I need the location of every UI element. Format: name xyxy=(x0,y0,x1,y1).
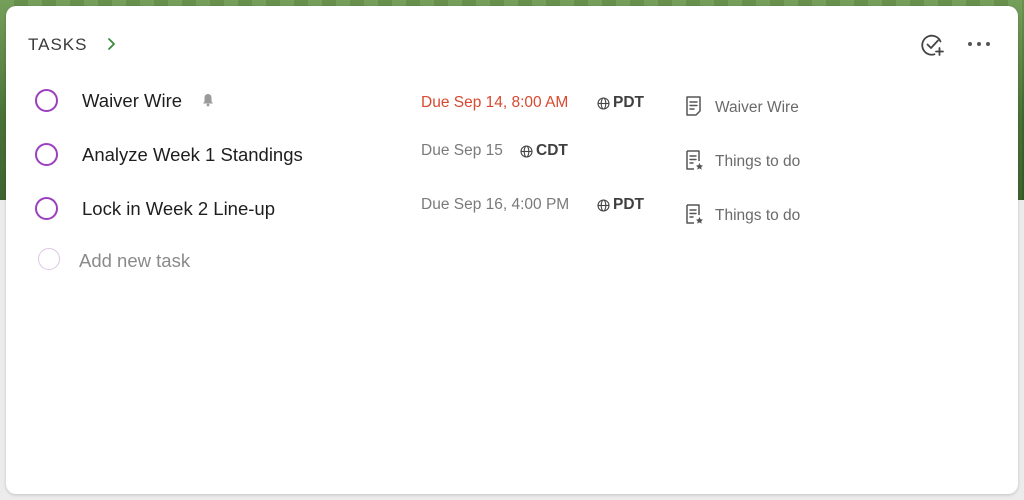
task-row: Waiver Wire Due Sep 14, 8:00 AM PDT Waiv… xyxy=(6,76,1018,126)
check-circle-plus-icon[interactable] xyxy=(920,32,946,58)
timezone-badge: CDT xyxy=(520,142,568,160)
globe-icon xyxy=(597,96,610,110)
timezone-badge: PDT xyxy=(597,94,644,112)
task-complete-checkbox[interactable] xyxy=(35,143,58,166)
task-list-label[interactable]: Things to do xyxy=(715,153,800,171)
note-star-icon xyxy=(684,203,706,227)
more-options-icon[interactable] xyxy=(965,33,993,55)
bell-icon xyxy=(201,92,215,108)
timezone-label: CDT xyxy=(536,142,568,159)
task-title[interactable]: Analyze Week 1 Standings xyxy=(82,144,303,166)
task-title[interactable]: Waiver Wire xyxy=(82,90,182,112)
task-row: Analyze Week 1 Standings Due Sep 15 CDT … xyxy=(6,130,1018,180)
globe-icon xyxy=(520,144,533,158)
task-row: Lock in Week 2 Line-up Due Sep 16, 4:00 … xyxy=(6,184,1018,234)
task-complete-checkbox[interactable] xyxy=(35,197,58,220)
globe-icon xyxy=(597,198,610,212)
timezone-label: PDT xyxy=(613,94,644,111)
due-date[interactable]: Due Sep 16, 4:00 PM xyxy=(421,196,569,214)
add-task-circle xyxy=(38,248,60,270)
timezone-badge: PDT xyxy=(597,196,644,214)
task-list-label[interactable]: Things to do xyxy=(715,207,800,225)
due-date[interactable]: Due Sep 14, 8:00 AM xyxy=(421,94,568,112)
note-star-icon xyxy=(684,149,706,173)
due-date[interactable]: Due Sep 15 xyxy=(421,142,503,160)
task-list-label[interactable]: Waiver Wire xyxy=(715,99,799,117)
chevron-right-icon[interactable] xyxy=(105,36,119,52)
tasks-header-title[interactable]: TASKS xyxy=(28,35,87,55)
timezone-label: PDT xyxy=(613,196,644,213)
add-task-input[interactable]: Add new task xyxy=(79,250,190,272)
tasks-widget: TASKS Waiver Wire Due Sep 14, 8:00 AM PD… xyxy=(6,6,1018,494)
task-complete-checkbox[interactable] xyxy=(35,89,58,112)
note-icon xyxy=(684,95,706,119)
task-title[interactable]: Lock in Week 2 Line-up xyxy=(82,198,275,220)
